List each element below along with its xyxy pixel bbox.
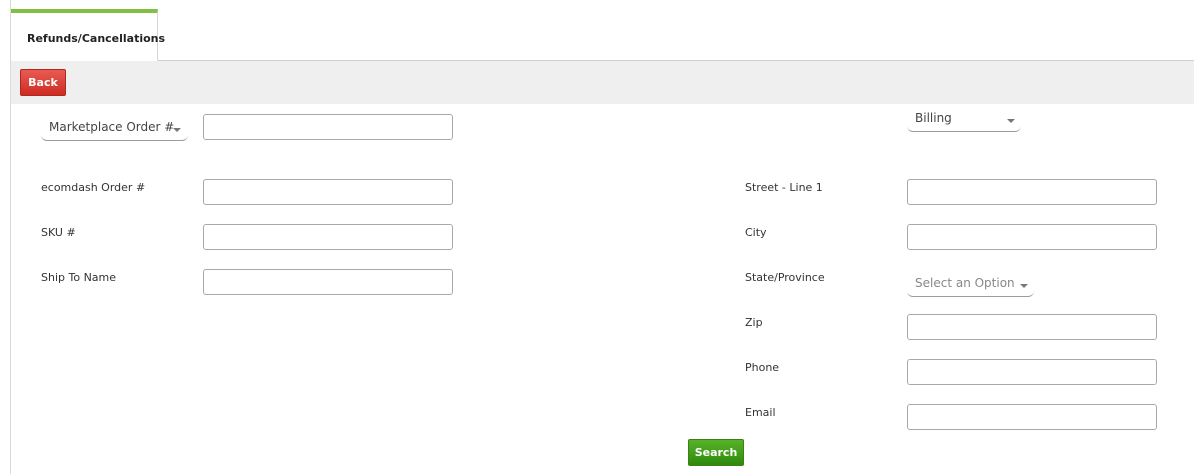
- search-type-selected: Marketplace Order #: [49, 120, 175, 134]
- address-type-selected: Billing: [915, 111, 952, 125]
- street-input[interactable]: [907, 179, 1157, 205]
- zip-input[interactable]: [907, 314, 1157, 340]
- toolbar: Back: [11, 61, 1194, 104]
- street-label: Street - Line 1: [745, 181, 823, 194]
- ecomdash-order-input[interactable]: [203, 179, 453, 205]
- email-label: Email: [745, 406, 776, 419]
- state-dropdown[interactable]: Select an Option: [907, 271, 1034, 297]
- ship-to-name-label: Ship To Name: [41, 271, 117, 284]
- tab-label: Refunds/Cancellations: [27, 32, 166, 45]
- ship-to-name-input[interactable]: [203, 269, 453, 295]
- tab-bar: Refunds/Cancellations: [11, 0, 1194, 61]
- phone-label: Phone: [745, 361, 780, 374]
- state-label: State/Province: [745, 271, 825, 284]
- city-label: City: [745, 226, 767, 239]
- address-type-dropdown[interactable]: Billing: [907, 106, 1021, 132]
- sku-input[interactable]: [203, 224, 453, 250]
- back-button[interactable]: Back: [20, 69, 66, 96]
- tab-refunds-cancellations[interactable]: Refunds/Cancellations: [11, 9, 165, 61]
- email-input[interactable]: [907, 404, 1157, 430]
- marketplace-order-input[interactable]: [203, 114, 453, 140]
- search-button[interactable]: Search: [688, 439, 744, 466]
- city-input[interactable]: [907, 224, 1157, 250]
- search-type-dropdown[interactable]: Marketplace Order #: [41, 115, 188, 141]
- chevron-down-icon: [1020, 284, 1028, 288]
- sku-label: SKU #: [41, 226, 76, 239]
- phone-input[interactable]: [907, 359, 1157, 385]
- chevron-down-icon: [1007, 119, 1015, 123]
- zip-label: Zip: [745, 316, 763, 329]
- state-placeholder: Select an Option: [915, 276, 1015, 290]
- chevron-down-icon: [173, 128, 181, 132]
- ecomdash-order-label: ecomdash Order #: [41, 181, 146, 194]
